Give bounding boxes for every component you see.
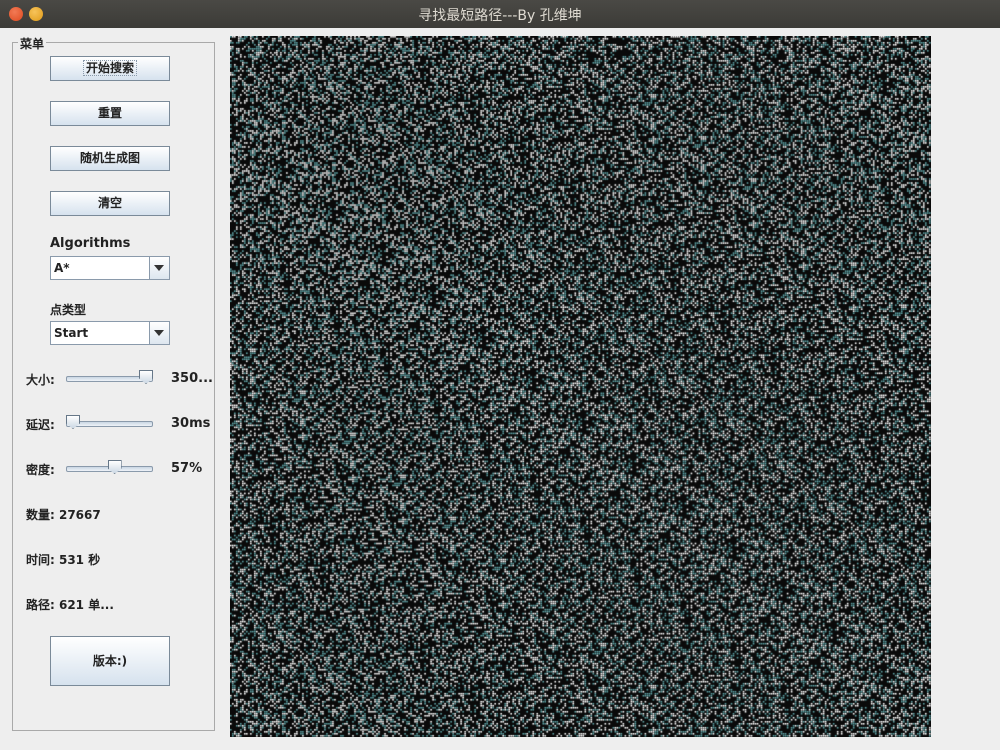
reset-button[interactable]: 重置 [50,101,170,126]
density-slider-label: 密度: [26,463,55,477]
count-stat: 数量: 27667 [26,508,101,522]
density-value: 57% [171,461,203,476]
clear-button[interactable]: 清空 [50,191,170,216]
size-slider-label: 大小: [26,373,55,387]
random-generate-button[interactable]: 随机生成图 [50,146,170,171]
algorithm-select[interactable]: A* [50,256,170,280]
start-search-label: 开始搜索 [82,60,138,76]
grid-canvas[interactable] [230,36,931,737]
path-stat: 路径: 621 单... [26,598,114,612]
density-slider[interactable] [66,460,153,476]
maze-grid[interactable] [230,36,931,737]
time-stat: 时间: 531 秒 [26,553,101,567]
version-button[interactable]: 版本:) [50,636,170,686]
delay-slider[interactable] [66,415,153,431]
delay-value: 30ms [171,416,211,431]
point-type-label: 点类型 [50,303,87,317]
size-value: 350... [171,371,213,386]
window-title: 寻找最短路径---By 孔维坤 [418,8,582,24]
algorithm-select-value: A* [54,261,70,275]
title-bar: 寻找最短路径---By 孔维坤 [0,0,1000,28]
chevron-down-icon[interactable] [149,257,169,279]
chevron-down-icon[interactable] [149,322,169,344]
delay-slider-label: 延迟: [26,418,55,432]
point-type-select[interactable]: Start [50,321,170,345]
algorithms-label: Algorithms [50,236,131,251]
start-search-button[interactable]: 开始搜索 [50,56,170,81]
size-slider[interactable] [66,370,153,386]
menu-legend: 菜单 [18,35,47,52]
point-type-select-value: Start [54,326,89,340]
